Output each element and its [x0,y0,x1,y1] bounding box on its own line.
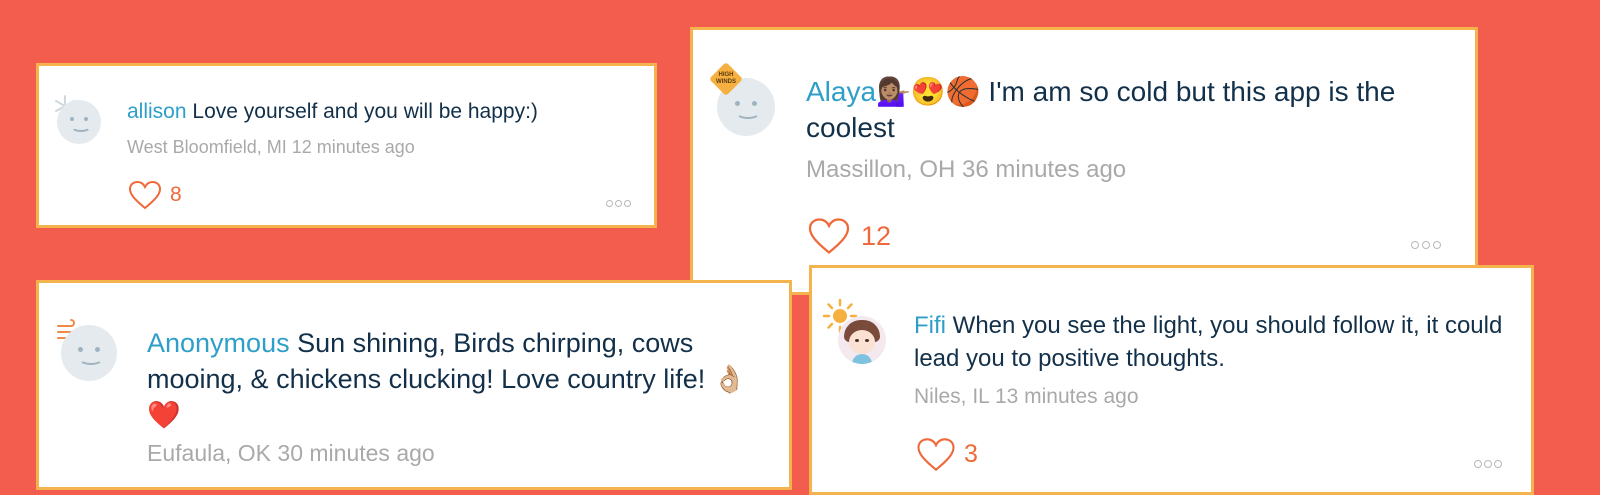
like-button[interactable]: 3 [916,437,978,472]
post-card-allison: allison Love yourself and you will be ha… [36,63,657,228]
timestamp: 36 minutes ago [962,156,1127,183]
post-meta: Eufaula, OK 30 minutes ago [147,440,435,467]
post-card-alaya: HIGH WINDS Alaya💁🏽‍♀️😍🏀 I'm am so cold b… [690,27,1478,295]
username[interactable]: Alaya [806,76,876,107]
post-card-fifi: Fifi When you see the light, you should … [809,265,1534,495]
location[interactable]: West Bloomfield, MI [127,137,287,157]
post-meta: Niles, IL 13 minutes ago [914,385,1139,409]
avatar[interactable] [53,94,103,144]
post-text: allison Love yourself and you will be ha… [127,99,637,125]
location[interactable]: Niles, IL [914,385,989,408]
timestamp: 30 minutes ago [277,440,435,466]
face-avatar [57,100,101,144]
post-text: Fifi When you see the light, you should … [914,309,1514,375]
more-options-icon[interactable] [1411,236,1441,254]
profile-photo [838,316,886,364]
emojis: 💁🏽‍♀️😍🏀 [876,76,981,107]
avatar[interactable] [55,317,125,387]
username[interactable]: Anonymous [147,328,290,358]
high-winds-sign-icon: HIGH WINDS [709,62,743,96]
like-button[interactable]: 12 [807,217,891,255]
high-winds-badge: HIGH WINDS [716,72,736,85]
post-meta: West Bloomfield, MI 12 minutes ago [127,137,415,158]
like-button[interactable]: 8 [128,180,182,210]
message: Love yourself and you will be happy:) [192,100,538,123]
heart-icon [808,218,850,254]
heart-icon [128,180,162,210]
username[interactable]: Fifi [914,312,946,339]
timestamp: 13 minutes ago [994,385,1139,408]
location[interactable]: Massillon, OH [806,156,955,183]
face-avatar [61,325,117,381]
post-text: Alaya💁🏽‍♀️😍🏀 I'm am so cold but this app… [806,74,1456,146]
post-meta: Massillon, OH 36 minutes ago [806,156,1126,184]
post-text: Anonymous Sun shining, Birds chirping, c… [147,325,767,433]
more-options-icon[interactable] [606,194,631,212]
timestamp: 12 minutes ago [291,137,415,157]
username[interactable]: allison [127,100,187,123]
avatar[interactable] [822,298,892,368]
message: When you see the light, you should follo… [914,312,1503,372]
location[interactable]: Eufaula, OK [147,440,271,466]
avatar[interactable]: HIGH WINDS [707,62,779,138]
post-card-anonymous: Anonymous Sun shining, Birds chirping, c… [36,280,792,490]
heart-icon [917,438,955,472]
more-options-icon[interactable] [1474,455,1502,473]
like-count: 12 [861,220,892,251]
like-count: 3 [964,440,978,468]
like-count: 8 [170,183,182,206]
